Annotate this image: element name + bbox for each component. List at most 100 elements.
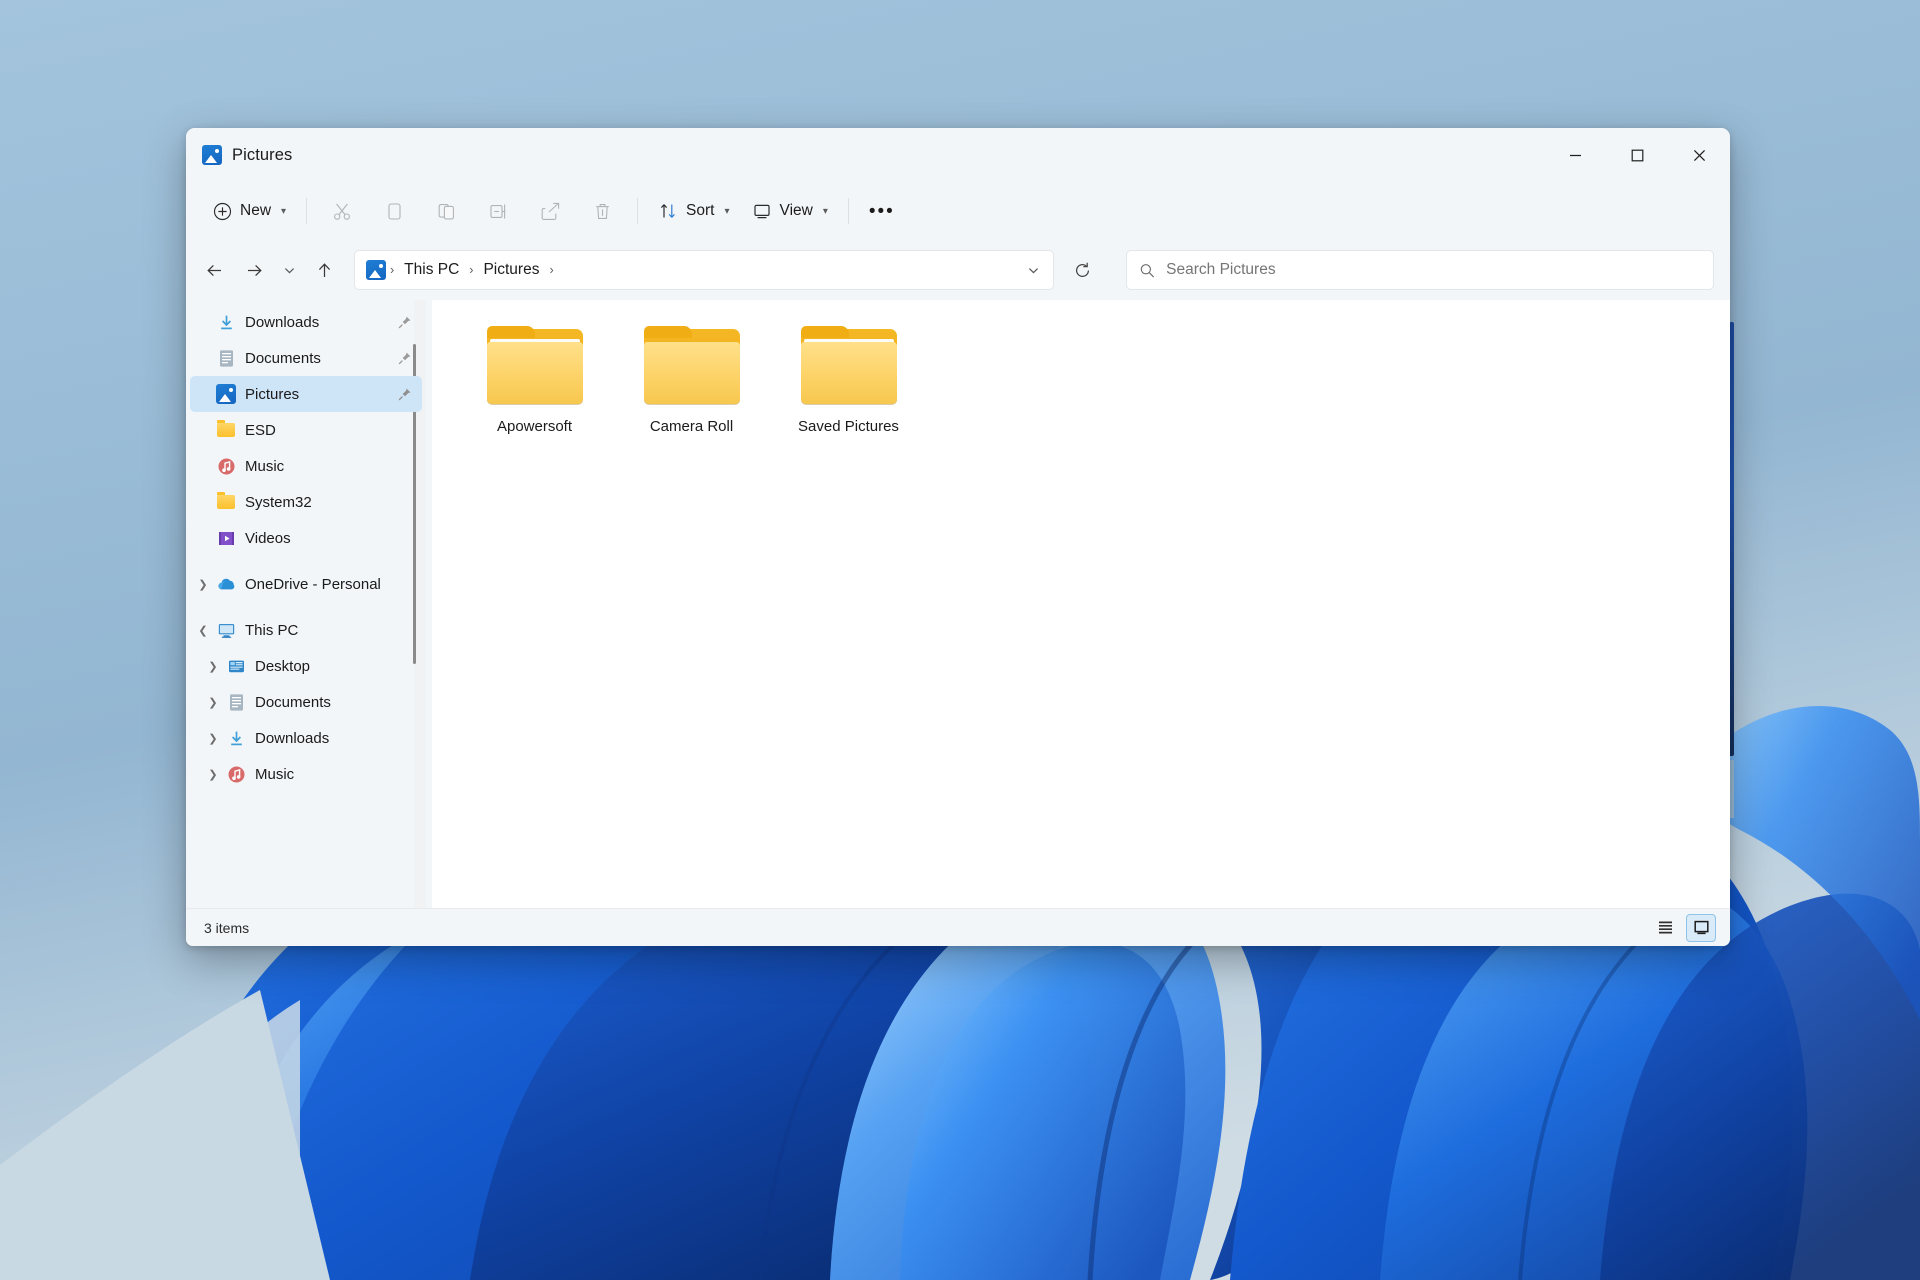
breadcrumb-item-pictures[interactable]: Pictures xyxy=(477,258,545,282)
maximize-icon xyxy=(1631,149,1644,162)
folder-item[interactable]: Saved Pictures xyxy=(770,318,927,445)
chevron-right-icon[interactable]: ❯ xyxy=(200,768,226,781)
sidebar-item-videos[interactable]: › Videos xyxy=(190,520,422,556)
breadcrumb[interactable]: › This PC › Pictures › xyxy=(354,250,1054,290)
recent-locations-button[interactable] xyxy=(274,250,304,290)
chevron-down-icon[interactable]: ❮ xyxy=(190,624,216,637)
up-button[interactable] xyxy=(304,250,344,290)
see-more-button[interactable]: ••• xyxy=(858,191,906,231)
breadcrumb-dropdown-button[interactable] xyxy=(1019,256,1047,284)
chevron-right-icon[interactable]: ❯ xyxy=(200,732,226,745)
sort-arrows-icon xyxy=(658,201,678,221)
share-icon xyxy=(540,201,561,222)
rename-icon xyxy=(488,201,509,222)
folder-item[interactable]: Apowersoft xyxy=(456,318,613,445)
chevron-right-icon[interactable]: ❯ xyxy=(190,578,216,591)
share-button[interactable] xyxy=(527,191,573,231)
folder-icon xyxy=(216,492,236,512)
sidebar-item-label: Documents xyxy=(255,694,331,711)
sidebar-item-documents-pc[interactable]: ❯ Documents xyxy=(190,684,422,720)
navigation-pane[interactable]: › Downloads xyxy=(186,300,432,908)
sidebar-item-label: OneDrive - Personal xyxy=(245,576,381,593)
desktop: Pictures xyxy=(0,0,1920,1280)
view-button[interactable]: View ▾ xyxy=(741,191,839,231)
sidebar-item-label: Pictures xyxy=(245,386,299,403)
window-controls xyxy=(1544,128,1730,182)
large-icons-view-icon xyxy=(1693,919,1710,936)
sort-button[interactable]: Sort ▾ xyxy=(647,191,740,231)
window-title: Pictures xyxy=(232,146,292,165)
cut-button[interactable] xyxy=(319,191,365,231)
sidebar-item-desktop[interactable]: ❯ Desktop xyxy=(190,648,422,684)
sidebar-spacer-1 xyxy=(186,556,432,566)
breadcrumb-pictures-icon xyxy=(366,260,386,280)
arrow-left-icon xyxy=(205,261,224,280)
ellipsis-icon: ••• xyxy=(869,202,895,221)
pictures-library-icon xyxy=(216,384,236,404)
sort-button-label: Sort xyxy=(686,202,714,220)
close-button[interactable] xyxy=(1668,128,1730,182)
videos-icon xyxy=(216,528,236,548)
sidebar-item-esd[interactable]: › ESD xyxy=(190,412,422,448)
sidebar-item-label: Videos xyxy=(245,530,291,547)
arrow-up-icon xyxy=(315,261,334,280)
back-button[interactable] xyxy=(194,250,234,290)
folder-item[interactable]: Camera Roll xyxy=(613,318,770,445)
minimize-icon xyxy=(1569,149,1582,162)
chevron-down-icon xyxy=(1027,264,1040,277)
sidebar-item-system32[interactable]: › System32 xyxy=(190,484,422,520)
monitor-icon xyxy=(752,201,772,221)
pin-icon[interactable] xyxy=(397,387,412,402)
maximize-button[interactable] xyxy=(1606,128,1668,182)
window-title-group: Pictures xyxy=(186,145,292,165)
refresh-button[interactable] xyxy=(1062,250,1102,290)
sidebar-item-label: Desktop xyxy=(255,658,310,675)
pin-icon[interactable] xyxy=(397,351,412,366)
sidebar-item-downloads-pc[interactable]: ❯ Downloads xyxy=(190,720,422,756)
new-button-label: New xyxy=(240,202,271,220)
command-bar: New ▾ xyxy=(186,182,1730,240)
file-list-view[interactable]: Apowersoft Camera Roll xyxy=(432,300,1730,908)
title-bar[interactable]: Pictures xyxy=(186,128,1730,182)
onedrive-icon xyxy=(216,574,236,594)
document-icon xyxy=(226,692,246,712)
toolbar-divider-1 xyxy=(306,198,307,224)
sidebar-item-music-pc[interactable]: ❯ Music xyxy=(190,756,422,792)
pictures-library-icon xyxy=(202,145,222,165)
pin-icon[interactable] xyxy=(397,315,412,330)
sidebar-item-pictures[interactable]: › Pictures xyxy=(190,376,422,412)
delete-button[interactable] xyxy=(579,191,625,231)
chevron-right-icon[interactable]: ❯ xyxy=(200,696,226,709)
paste-button[interactable] xyxy=(423,191,469,231)
folder-item-label: Saved Pictures xyxy=(798,418,899,437)
minimize-button[interactable] xyxy=(1544,128,1606,182)
sidebar-item-downloads[interactable]: › Downloads xyxy=(190,304,422,340)
search-input[interactable] xyxy=(1166,261,1701,279)
sidebar-item-label: Downloads xyxy=(255,730,329,747)
rename-button[interactable] xyxy=(475,191,521,231)
copy-button[interactable] xyxy=(371,191,417,231)
details-view-button[interactable] xyxy=(1650,914,1680,942)
address-bar-row: › This PC › Pictures › xyxy=(186,240,1730,300)
sidebar-item-documents-quick[interactable]: › Documents xyxy=(190,340,422,376)
sidebar-item-music-quick[interactable]: › Music xyxy=(190,448,422,484)
sidebar-item-this-pc[interactable]: ❮ This PC xyxy=(190,612,422,648)
sidebar-item-label: System32 xyxy=(245,494,312,511)
view-button-label: View xyxy=(780,202,813,220)
search-box[interactable] xyxy=(1126,250,1714,290)
sidebar-item-label: Music xyxy=(255,766,294,783)
plus-circle-icon xyxy=(213,202,232,221)
new-button[interactable]: New ▾ xyxy=(202,191,297,231)
desktop-icon xyxy=(226,656,246,676)
sidebar-item-onedrive[interactable]: ❯ OneDrive - Personal xyxy=(190,566,422,602)
large-icons-view-button[interactable] xyxy=(1686,914,1716,942)
item-count-label: 3 items xyxy=(204,920,249,936)
breadcrumb-item-this-pc[interactable]: This PC xyxy=(398,258,465,282)
forward-button[interactable] xyxy=(234,250,274,290)
view-toggle-group xyxy=(1650,914,1716,942)
music-icon xyxy=(226,764,246,784)
chevron-right-icon[interactable]: ❯ xyxy=(200,660,226,673)
status-bar: 3 items xyxy=(186,908,1730,946)
file-explorer-window: Pictures xyxy=(186,128,1730,946)
this-pc-icon xyxy=(216,620,236,640)
